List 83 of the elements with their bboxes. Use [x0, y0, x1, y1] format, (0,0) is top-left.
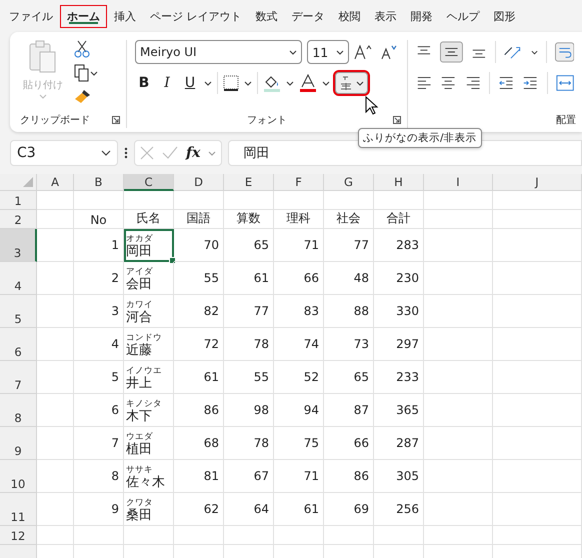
table-cell: 305 [374, 460, 424, 493]
table-cell: No [74, 210, 124, 229]
table-cell: 井上 [126, 376, 152, 392]
table-cell: 69 [324, 493, 374, 526]
table-cell: 岡田 [126, 244, 152, 260]
table-cell: 287 [374, 427, 424, 460]
table-cell: 7 [74, 427, 124, 460]
table-cell: 82 [174, 295, 224, 328]
table-cell: 87 [324, 394, 374, 427]
table-cell: 国語 [174, 210, 224, 229]
table-cell: 297 [374, 328, 424, 361]
group-label: フォント [247, 114, 287, 127]
table-cell: 合計 [374, 210, 424, 229]
table-cell: 256 [374, 493, 424, 526]
table-cell: 64 [224, 493, 274, 526]
table-cell: 近藤 [126, 343, 152, 359]
table-cell: 75 [274, 427, 324, 460]
table-cell: 61 [174, 361, 224, 394]
table-cell: 61 [224, 262, 274, 295]
table-cell: 230 [374, 262, 424, 295]
table-cell: 61 [274, 493, 324, 526]
furigana-text: オカダ [126, 234, 153, 244]
table-cell: 66 [324, 427, 374, 460]
table-cell: 71 [274, 460, 324, 493]
table-cell: 62 [174, 493, 224, 526]
table-cell: 55 [174, 262, 224, 295]
table-cell: 植田 [126, 442, 152, 458]
table-cell: 86 [324, 460, 374, 493]
table-cell: 68 [174, 427, 224, 460]
table-cell: 86 [174, 394, 224, 427]
table-cell: 算数 [224, 210, 274, 229]
table-cell: 65 [324, 361, 374, 394]
table-cell: 365 [374, 394, 424, 427]
furigana-text: キノシタ [126, 399, 162, 409]
furigana-text: カワイ [126, 300, 153, 310]
group-label: クリップボード [20, 114, 90, 127]
table-cell: 72 [174, 328, 224, 361]
table-cell: 70 [174, 229, 224, 262]
table-cell: 3 [74, 295, 124, 328]
table-cell: 98 [224, 394, 274, 427]
table-cell: 会田 [126, 277, 152, 293]
table-cell: 52 [274, 361, 324, 394]
table-cell: 77 [324, 229, 374, 262]
table-cell: 4 [74, 328, 124, 361]
table-cell: 78 [224, 328, 274, 361]
table-cell: 6 [74, 394, 124, 427]
table-cell: 73 [324, 328, 374, 361]
table-cell: 木下 [126, 409, 152, 425]
table-cell: 桑田 [126, 508, 152, 524]
table-cell: 88 [324, 295, 374, 328]
table-cell: 9 [74, 493, 124, 526]
furigana-text: アイダ [126, 267, 153, 277]
table-cell: 81 [174, 460, 224, 493]
furigana-text: クワタ [126, 498, 153, 508]
table-cell: 78 [224, 427, 274, 460]
table-cell: 佐々木 [126, 475, 165, 491]
table-cell: 48 [324, 262, 374, 295]
table-cell: 1 [74, 229, 124, 262]
furigana-text: ササキ [126, 465, 153, 475]
furigana-text: ウエダ [126, 432, 153, 442]
table-cell: 55 [224, 361, 274, 394]
table-cell: 71 [274, 229, 324, 262]
table-cell: 氏名 [124, 210, 174, 229]
table-cell: 5 [74, 361, 124, 394]
table-cell: 8 [74, 460, 124, 493]
table-cell: 65 [224, 229, 274, 262]
table-cell: 94 [274, 394, 324, 427]
table-cell: 社会 [324, 210, 374, 229]
furigana-text: コンドウ [126, 333, 162, 343]
table-cell: 283 [374, 229, 424, 262]
group-label: 配置 [556, 114, 576, 127]
table-cell: 河合 [126, 310, 152, 326]
table-cell: 74 [274, 328, 324, 361]
table-cell: 77 [224, 295, 274, 328]
table-cell: 67 [224, 460, 274, 493]
furigana-text: イノウエ [126, 366, 162, 376]
table-cell: 2 [74, 262, 124, 295]
table-cell: 83 [274, 295, 324, 328]
table-cell: 330 [374, 295, 424, 328]
table-cell: 233 [374, 361, 424, 394]
table-cell: 理科 [274, 210, 324, 229]
table-cell: 66 [274, 262, 324, 295]
tooltip: ふりがなの表示/非表示 [358, 128, 482, 148]
